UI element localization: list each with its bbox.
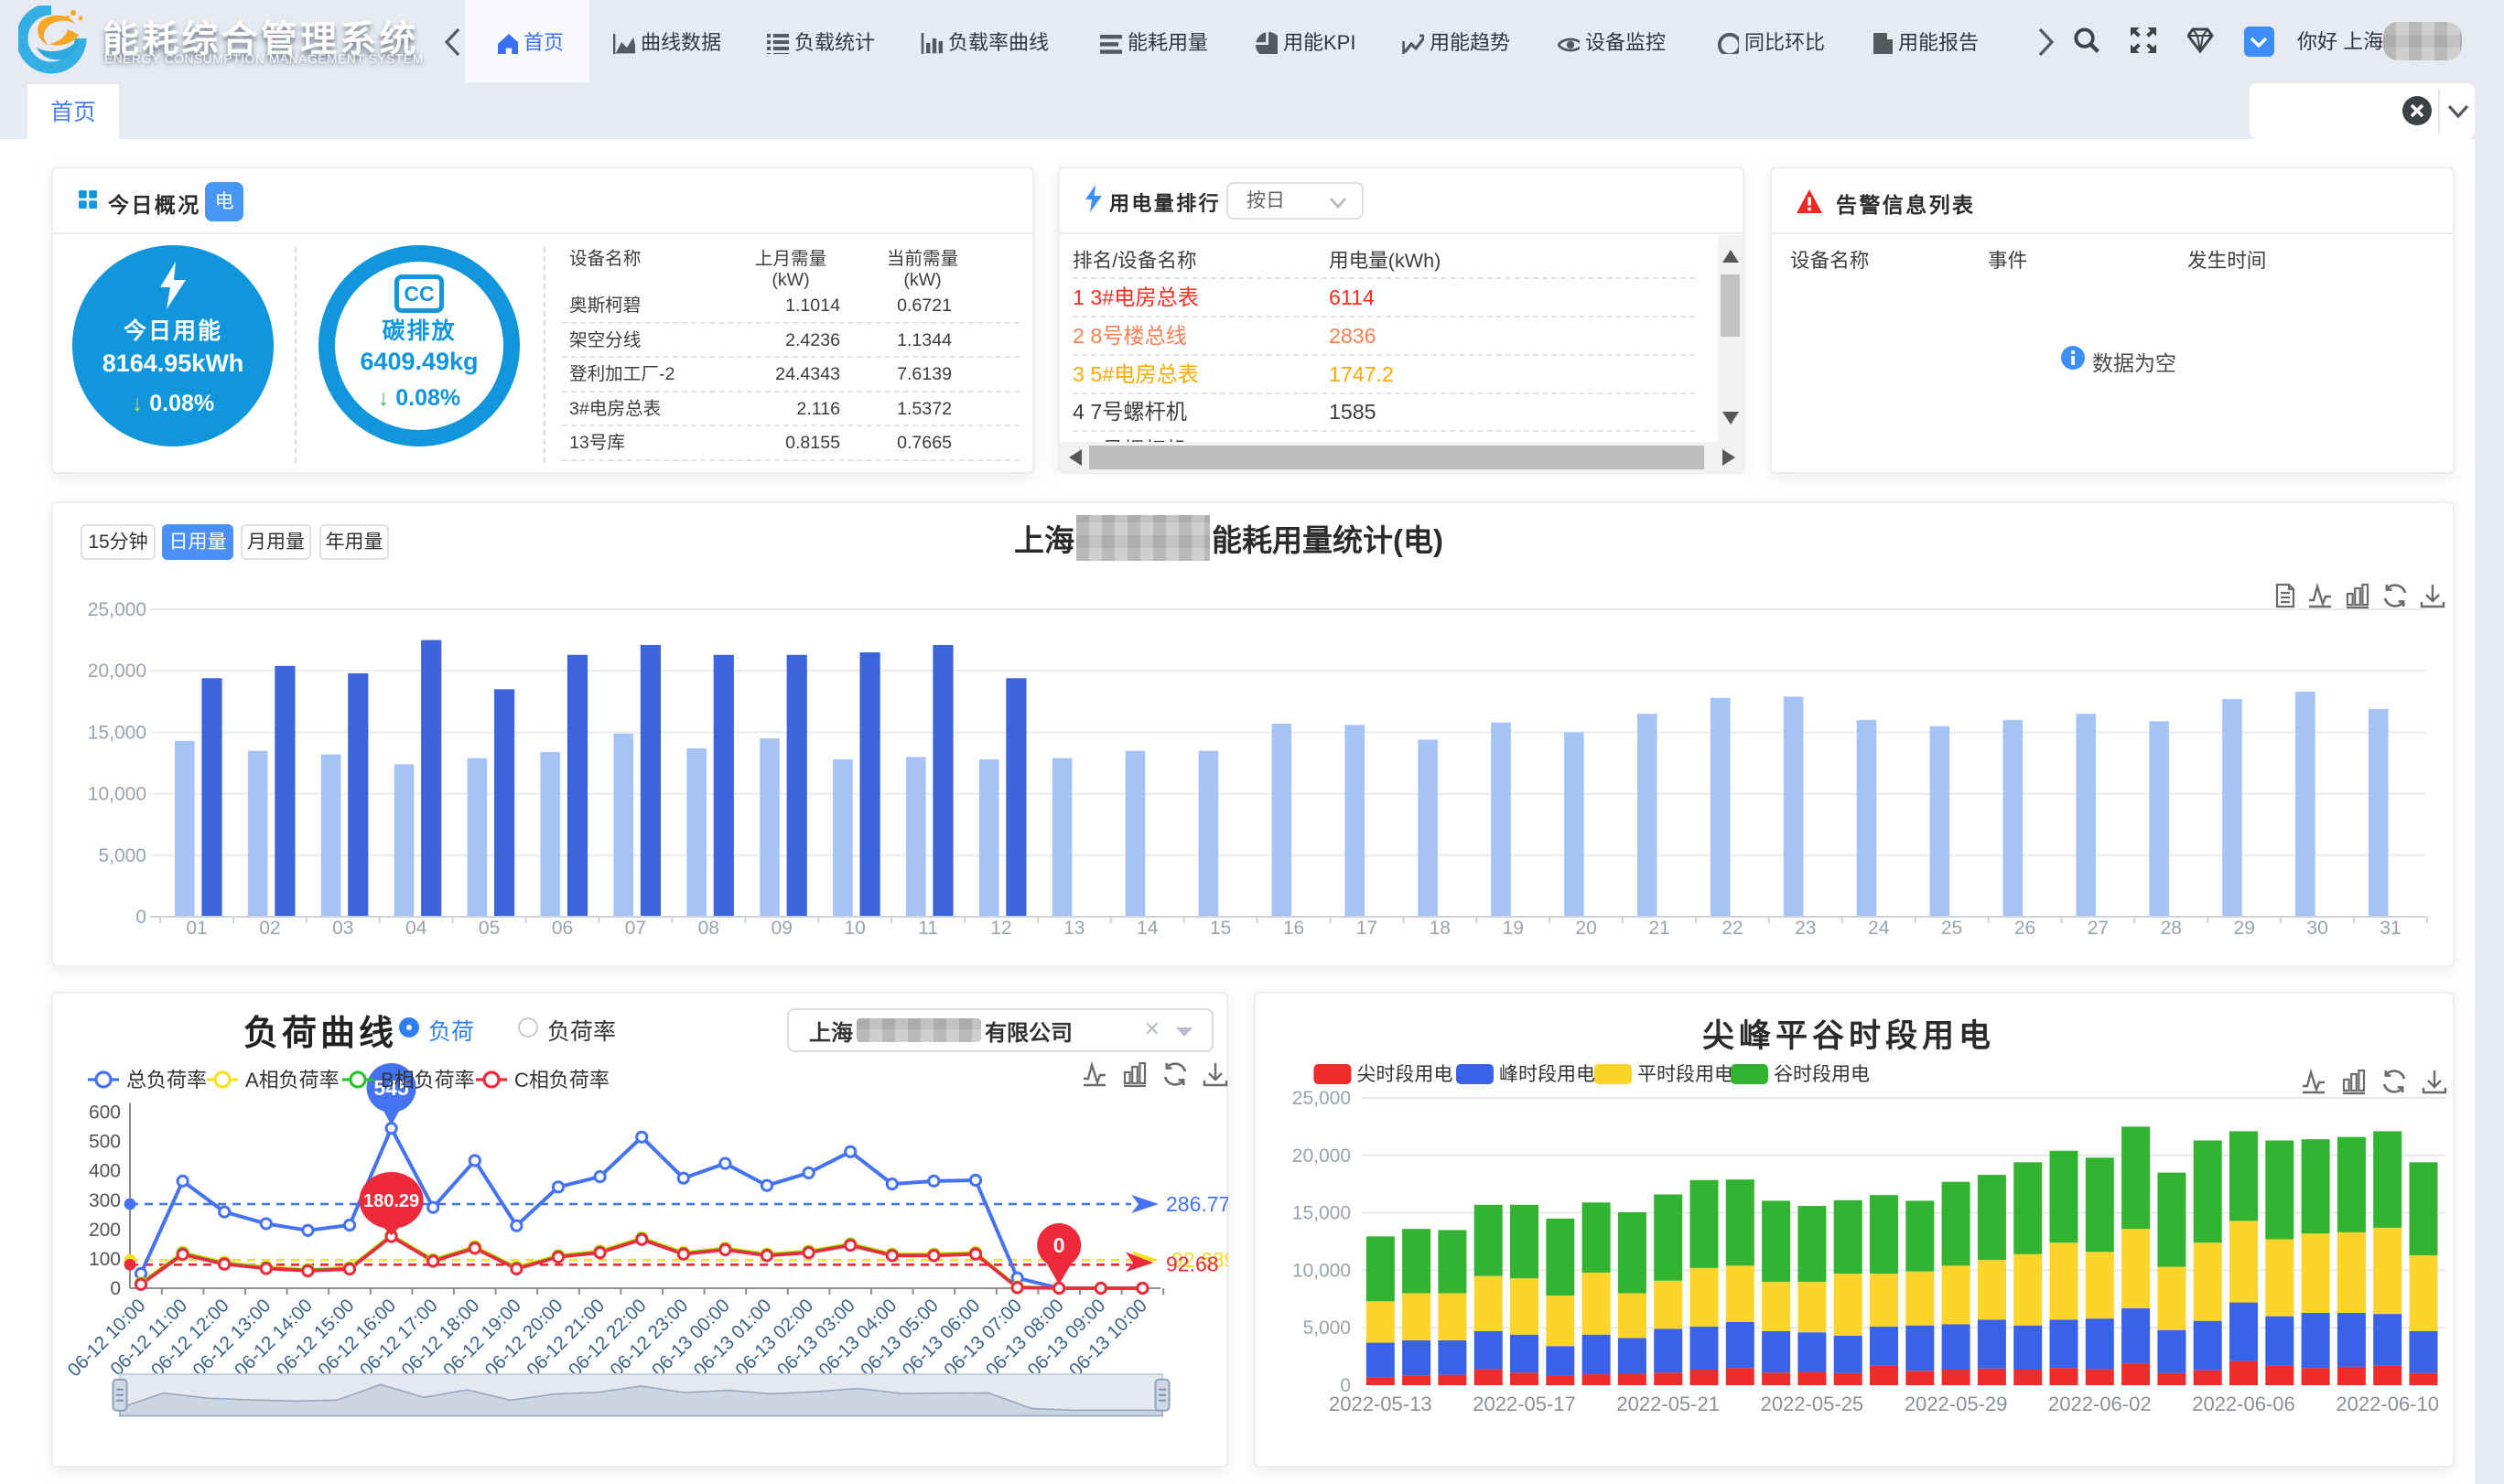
svg-text:C相负荷率: C相负荷率	[514, 1069, 610, 1091]
svg-text:06: 06	[552, 918, 573, 939]
svg-text:平时段用电: 平时段用电	[1637, 1064, 1733, 1085]
svg-text:2022-05-17: 2022-05-17	[1473, 1393, 1576, 1415]
svg-text:180.29: 180.29	[363, 1191, 419, 1211]
svg-text:2022-05-21: 2022-05-21	[1616, 1393, 1720, 1415]
svg-text:0: 0	[1053, 1233, 1065, 1257]
svg-text:05: 05	[479, 918, 500, 939]
svg-text:10,000: 10,000	[1292, 1260, 1351, 1281]
svg-text:07: 07	[625, 918, 646, 939]
svg-text:15,000: 15,000	[88, 722, 146, 743]
svg-text:29: 29	[2234, 918, 2255, 939]
svg-text:2022-06-10: 2022-06-10	[2336, 1393, 2439, 1415]
svg-text:500: 500	[89, 1132, 121, 1153]
svg-text:15,000: 15,000	[1292, 1203, 1351, 1224]
svg-text:峰时段用电: 峰时段用电	[1499, 1064, 1595, 1085]
svg-text:24: 24	[1868, 918, 1890, 939]
svg-text:01: 01	[186, 918, 207, 939]
svg-text:27: 27	[2088, 918, 2109, 939]
svg-text:13: 13	[1063, 918, 1085, 939]
svg-text:04: 04	[405, 918, 427, 939]
svg-text:25: 25	[1941, 918, 1962, 939]
svg-text:30: 30	[2306, 918, 2327, 939]
svg-text:09: 09	[772, 918, 793, 939]
svg-text:A相负荷率: A相负荷率	[245, 1069, 340, 1091]
svg-text:18: 18	[1430, 918, 1451, 939]
svg-text:15: 15	[1210, 918, 1231, 939]
svg-text:400: 400	[89, 1161, 121, 1182]
svg-text:总负荷率: 总负荷率	[126, 1069, 207, 1091]
svg-text:26: 26	[2014, 918, 2035, 939]
svg-text:谷时段用电: 谷时段用电	[1774, 1064, 1870, 1085]
svg-text:31: 31	[2380, 918, 2401, 939]
svg-text:08: 08	[698, 918, 719, 939]
svg-text:25,000: 25,000	[1292, 1088, 1351, 1109]
svg-text:12: 12	[990, 918, 1011, 939]
svg-text:03: 03	[332, 918, 353, 939]
svg-text:20,000: 20,000	[1292, 1145, 1351, 1167]
svg-text:2022-05-13: 2022-05-13	[1329, 1393, 1432, 1415]
svg-text:20: 20	[1575, 918, 1596, 939]
svg-text:200: 200	[89, 1220, 121, 1241]
svg-text:2022-05-25: 2022-05-25	[1761, 1393, 1864, 1415]
svg-text:25,000: 25,000	[88, 599, 146, 620]
svg-text:2022-06-06: 2022-06-06	[2192, 1393, 2295, 1415]
svg-text:28: 28	[2161, 918, 2182, 939]
svg-text:92.68: 92.68	[1166, 1252, 1219, 1275]
svg-text:2022-05-29: 2022-05-29	[1905, 1393, 2008, 1415]
svg-text:21: 21	[1648, 918, 1669, 939]
svg-text:17: 17	[1356, 918, 1377, 939]
svg-text:600: 600	[89, 1102, 121, 1124]
svg-text:5,000: 5,000	[98, 845, 146, 866]
svg-text:11: 11	[918, 918, 938, 939]
svg-text:10: 10	[844, 918, 865, 939]
svg-text:尖时段用电: 尖时段用电	[1356, 1064, 1452, 1085]
svg-text:300: 300	[89, 1190, 121, 1211]
svg-text:0: 0	[135, 907, 146, 928]
svg-text:5,000: 5,000	[1302, 1317, 1351, 1339]
svg-text:22: 22	[1722, 918, 1743, 939]
svg-text:0: 0	[110, 1278, 121, 1299]
svg-text:10,000: 10,000	[88, 784, 146, 805]
svg-text:100: 100	[89, 1249, 121, 1270]
svg-text:B相负荷率: B相负荷率	[381, 1069, 475, 1091]
svg-text:2022-06-02: 2022-06-02	[2048, 1393, 2152, 1415]
svg-text:286.77: 286.77	[1166, 1192, 1228, 1216]
svg-text:16: 16	[1283, 918, 1304, 939]
svg-text:20,000: 20,000	[88, 661, 146, 682]
svg-text:23: 23	[1795, 918, 1816, 939]
svg-text:19: 19	[1503, 918, 1524, 939]
svg-text:02: 02	[259, 918, 280, 939]
svg-text:14: 14	[1137, 918, 1159, 939]
